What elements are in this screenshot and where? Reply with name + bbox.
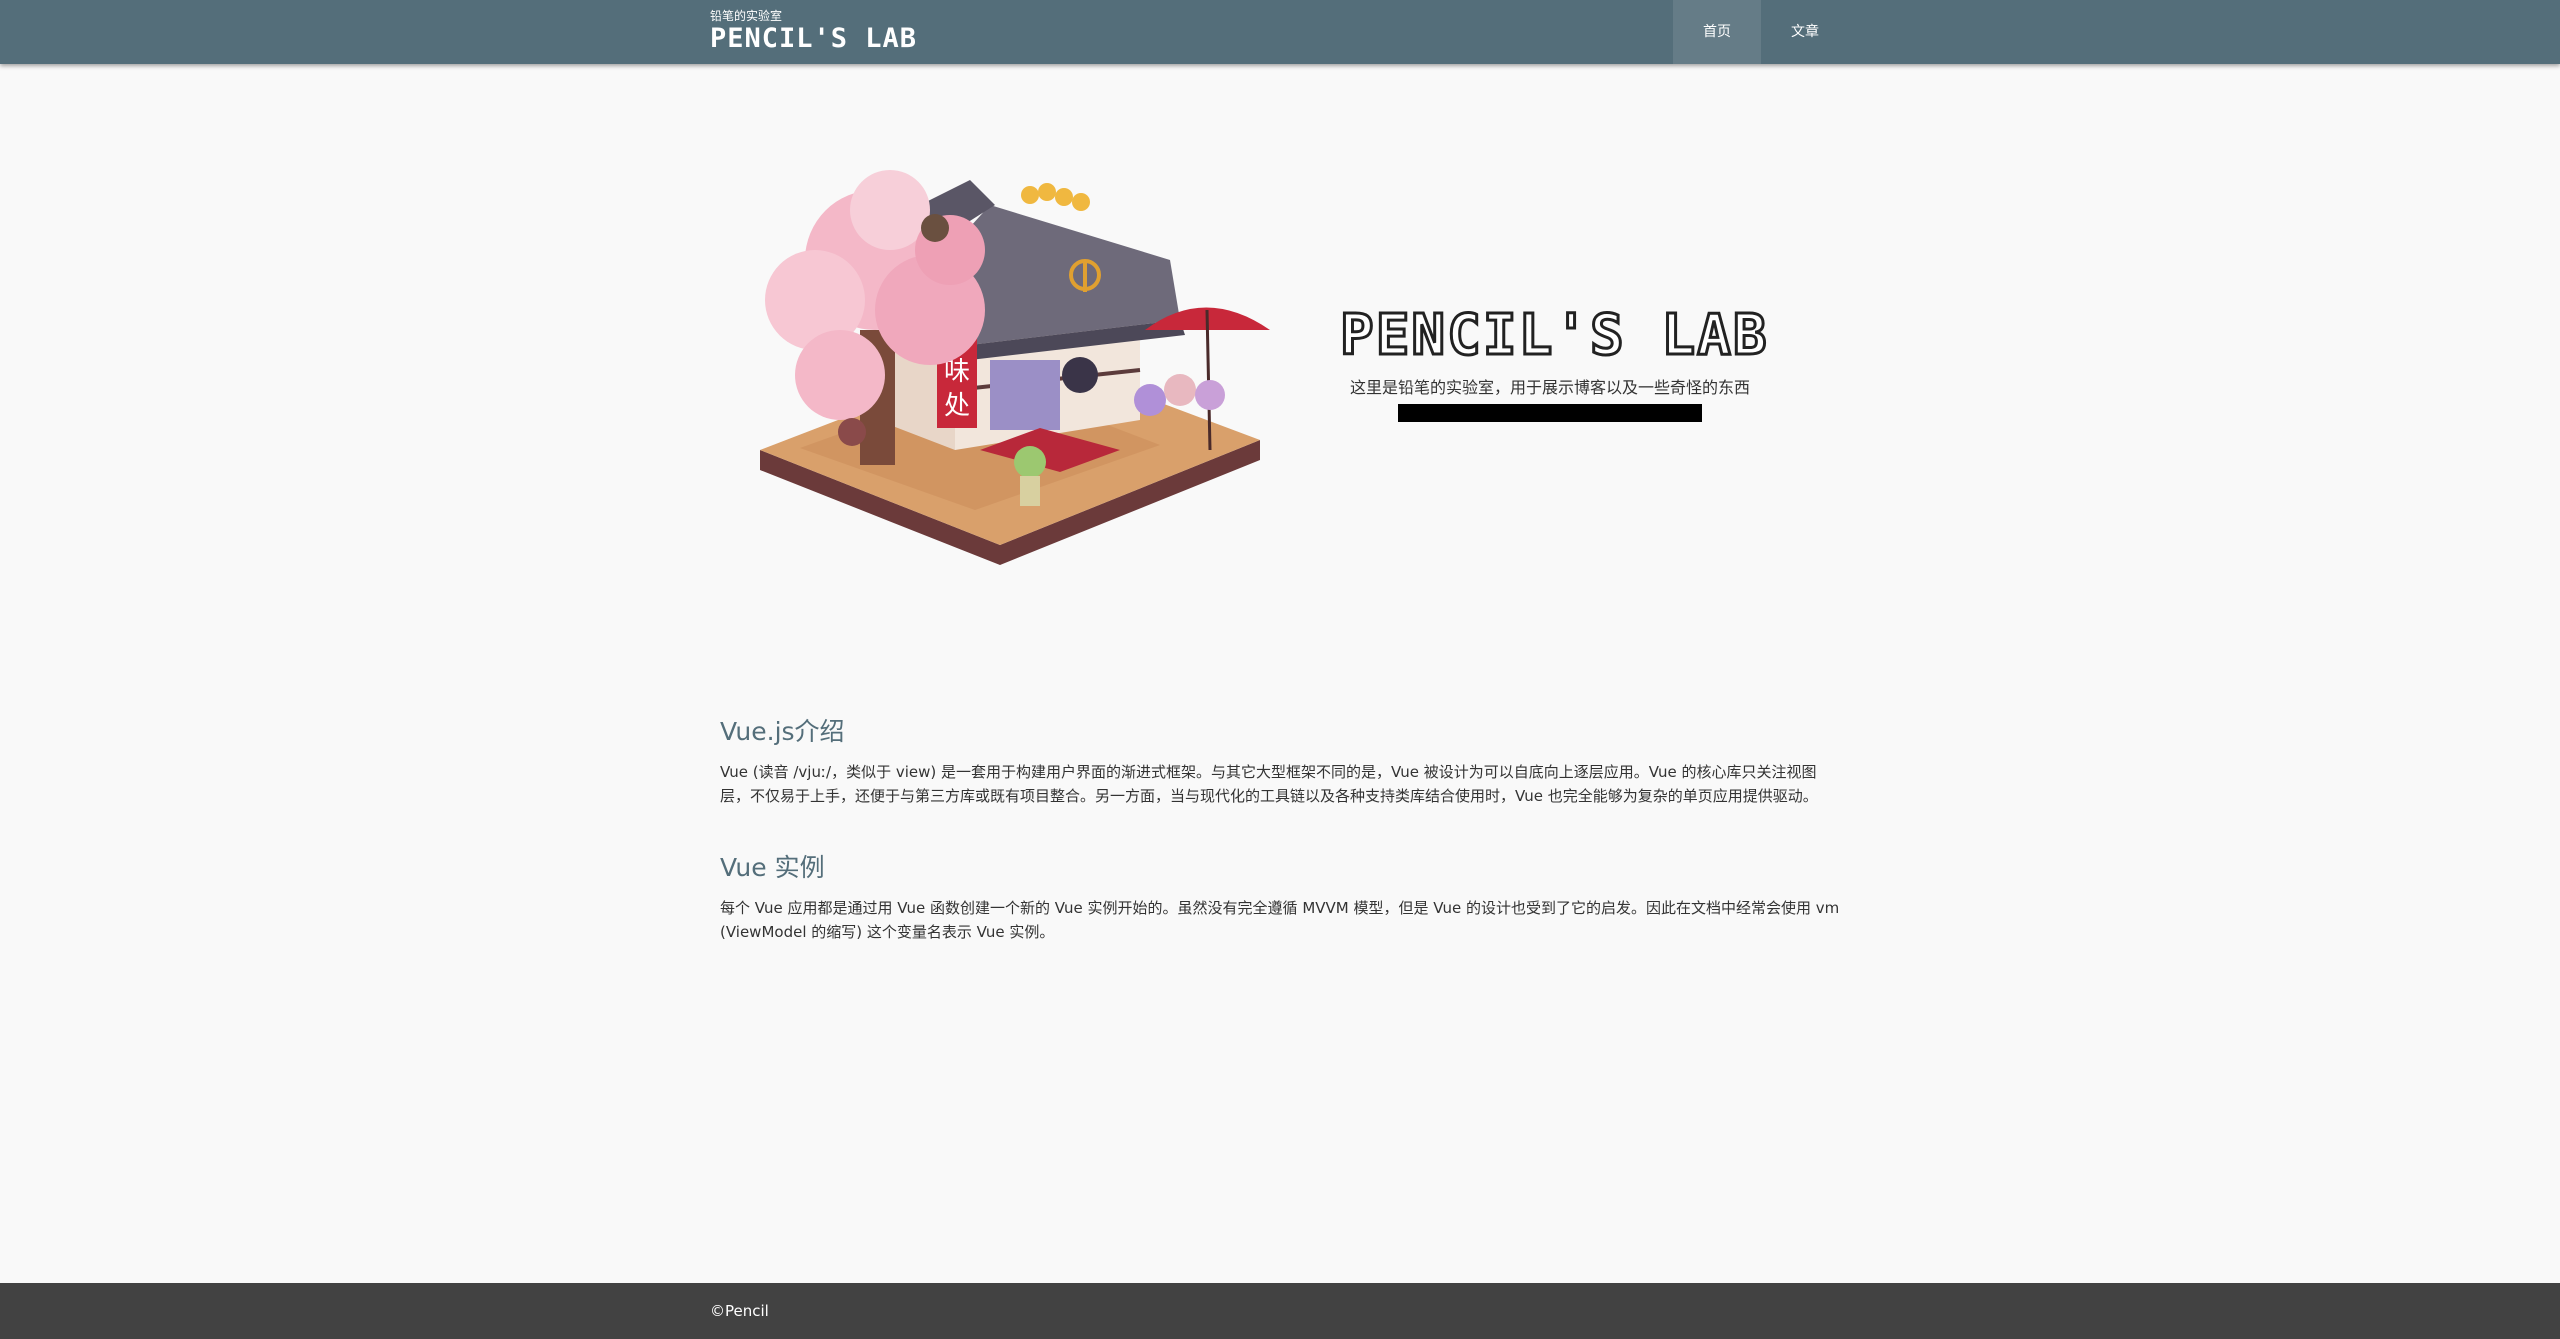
hero-description: 这里是铅笔的实验室，用于展示博客以及一些奇怪的东西 (1349, 378, 1750, 397)
hero-illustration: 甘味处 (740, 150, 1280, 590)
page-footer: ©Pencil (0, 1283, 2560, 1339)
section-vue-intro: Vue.js介绍 Vue (读音 /vjuː/，类似于 view) 是一套用于构… (720, 712, 1840, 808)
brand-subtitle: 铅笔的实验室 (710, 9, 783, 23)
section-body: Vue (读音 /vjuː/，类似于 view) 是一套用于构建用户界面的渐进式… (720, 763, 1818, 805)
nav-item-home[interactable]: 首页 (1673, 0, 1761, 64)
hero-text-block: PENCIL'S LAB 这里是铅笔的实验室，用于展示博客以及一些奇怪的东西 (1339, 300, 1769, 422)
copyright-text: ©Pencil (710, 1302, 769, 1320)
section-vue-instance: Vue 实例 每个 Vue 应用都是通过用 Vue 函数创建一个新的 Vue 实… (720, 848, 1840, 944)
section-title: Vue.js介绍 (720, 717, 845, 746)
hero-redaction-bar (1398, 404, 1702, 422)
brand-title: PENCIL'S LAB (710, 23, 918, 54)
main-content: Vue.js介绍 Vue (读音 /vjuː/，类似于 view) 是一套用于构… (720, 712, 1840, 984)
top-app-bar: 铅笔的实验室 PENCIL'S LAB 首页 文章 (0, 0, 2560, 64)
section-title: Vue 实例 (720, 853, 825, 882)
brand-logo[interactable]: 铅笔的实验室 PENCIL'S LAB (710, 8, 917, 54)
section-body: 每个 Vue 应用都是通过用 Vue 函数创建一个新的 Vue 实例开始的。虽然… (720, 899, 1840, 941)
nav-item-articles[interactable]: 文章 (1761, 0, 1849, 64)
hero-title: PENCIL'S LAB (1339, 302, 1769, 370)
main-nav: 首页 文章 (1673, 0, 1849, 64)
